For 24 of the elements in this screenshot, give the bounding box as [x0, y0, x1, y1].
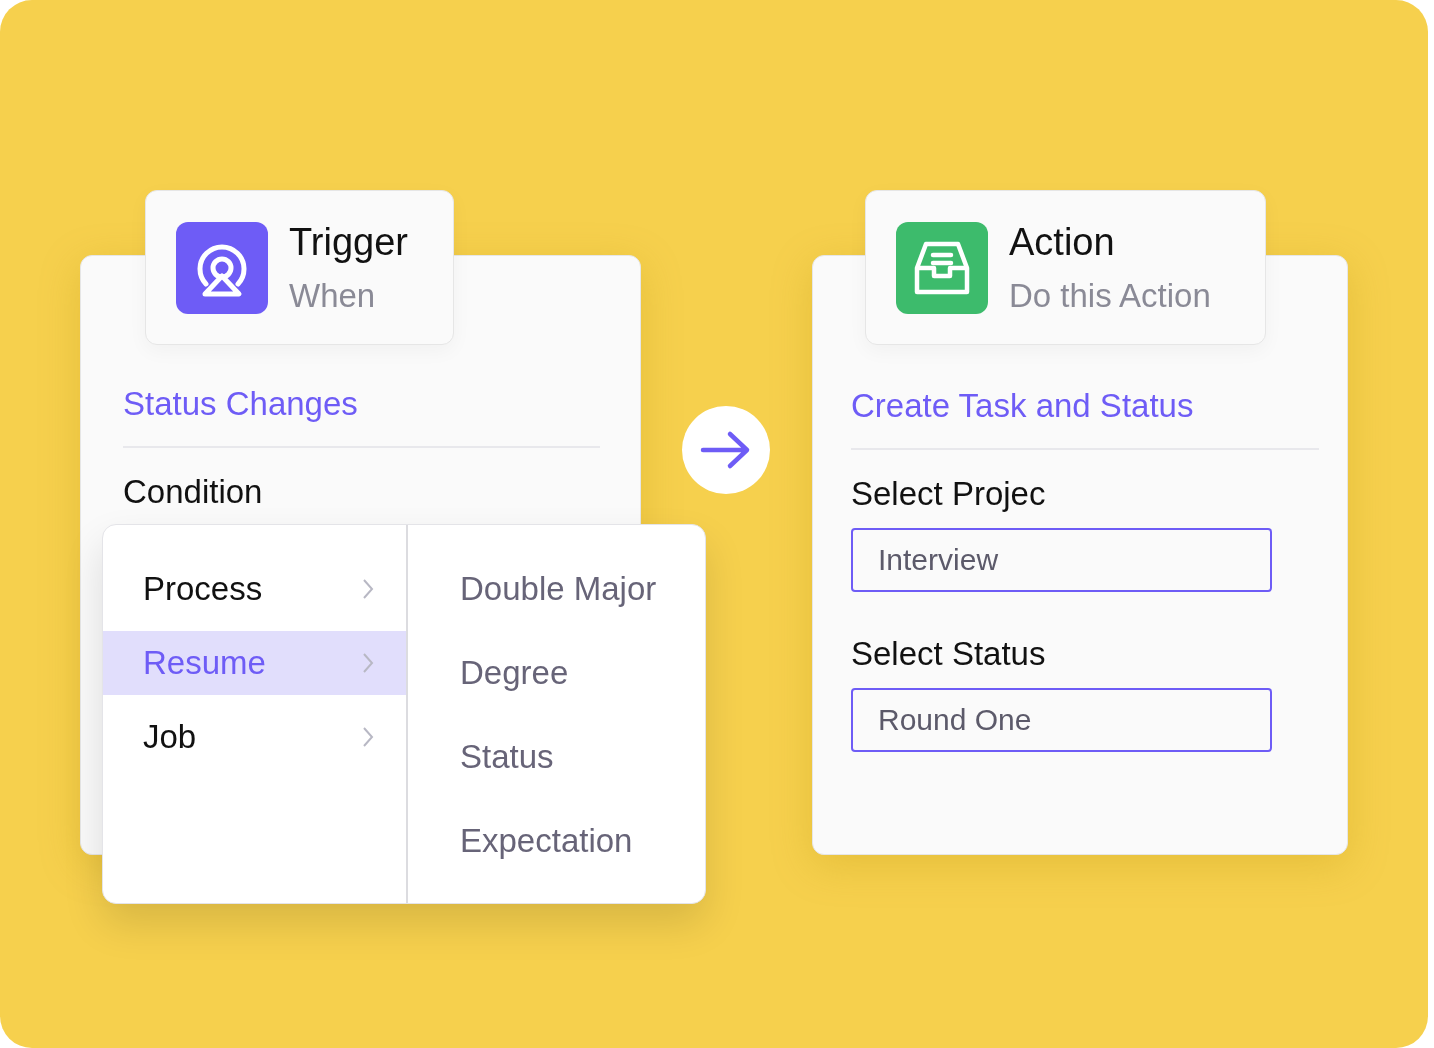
- condition-label: Condition: [123, 472, 264, 512]
- trigger-event: Status Changes: [123, 384, 359, 424]
- menu-item[interactable]: Job: [103, 695, 406, 779]
- field-label: Select Status: [851, 634, 1047, 674]
- trigger-subtitle: When: [289, 275, 377, 316]
- chevron-icon: [362, 726, 374, 748]
- tray-icon: [896, 221, 988, 314]
- menu-item[interactable]: Expectation: [460, 799, 657, 883]
- action-subtitle: Do this Action: [1009, 275, 1211, 316]
- chevron-icon: [362, 578, 374, 600]
- menu-item[interactable]: Double Major: [460, 547, 657, 631]
- action-name: Create Task and Status: [851, 386, 1195, 426]
- input-field[interactable]: Round One: [851, 688, 1272, 752]
- menu-item[interactable]: Resume: [103, 631, 406, 695]
- menu-item[interactable]: Degree: [460, 631, 657, 715]
- chevron-icon: [362, 652, 374, 674]
- menu-item[interactable]: Process: [103, 547, 406, 631]
- menu-item[interactable]: Status: [460, 715, 657, 799]
- input-field[interactable]: Interview: [851, 528, 1272, 592]
- field-label: Select Projec: [851, 474, 1047, 514]
- broadcast-icon: [176, 221, 268, 314]
- action-title: Action: [1009, 219, 1116, 265]
- trigger-title: Trigger: [289, 219, 408, 265]
- arrow-icon: [700, 430, 752, 470]
